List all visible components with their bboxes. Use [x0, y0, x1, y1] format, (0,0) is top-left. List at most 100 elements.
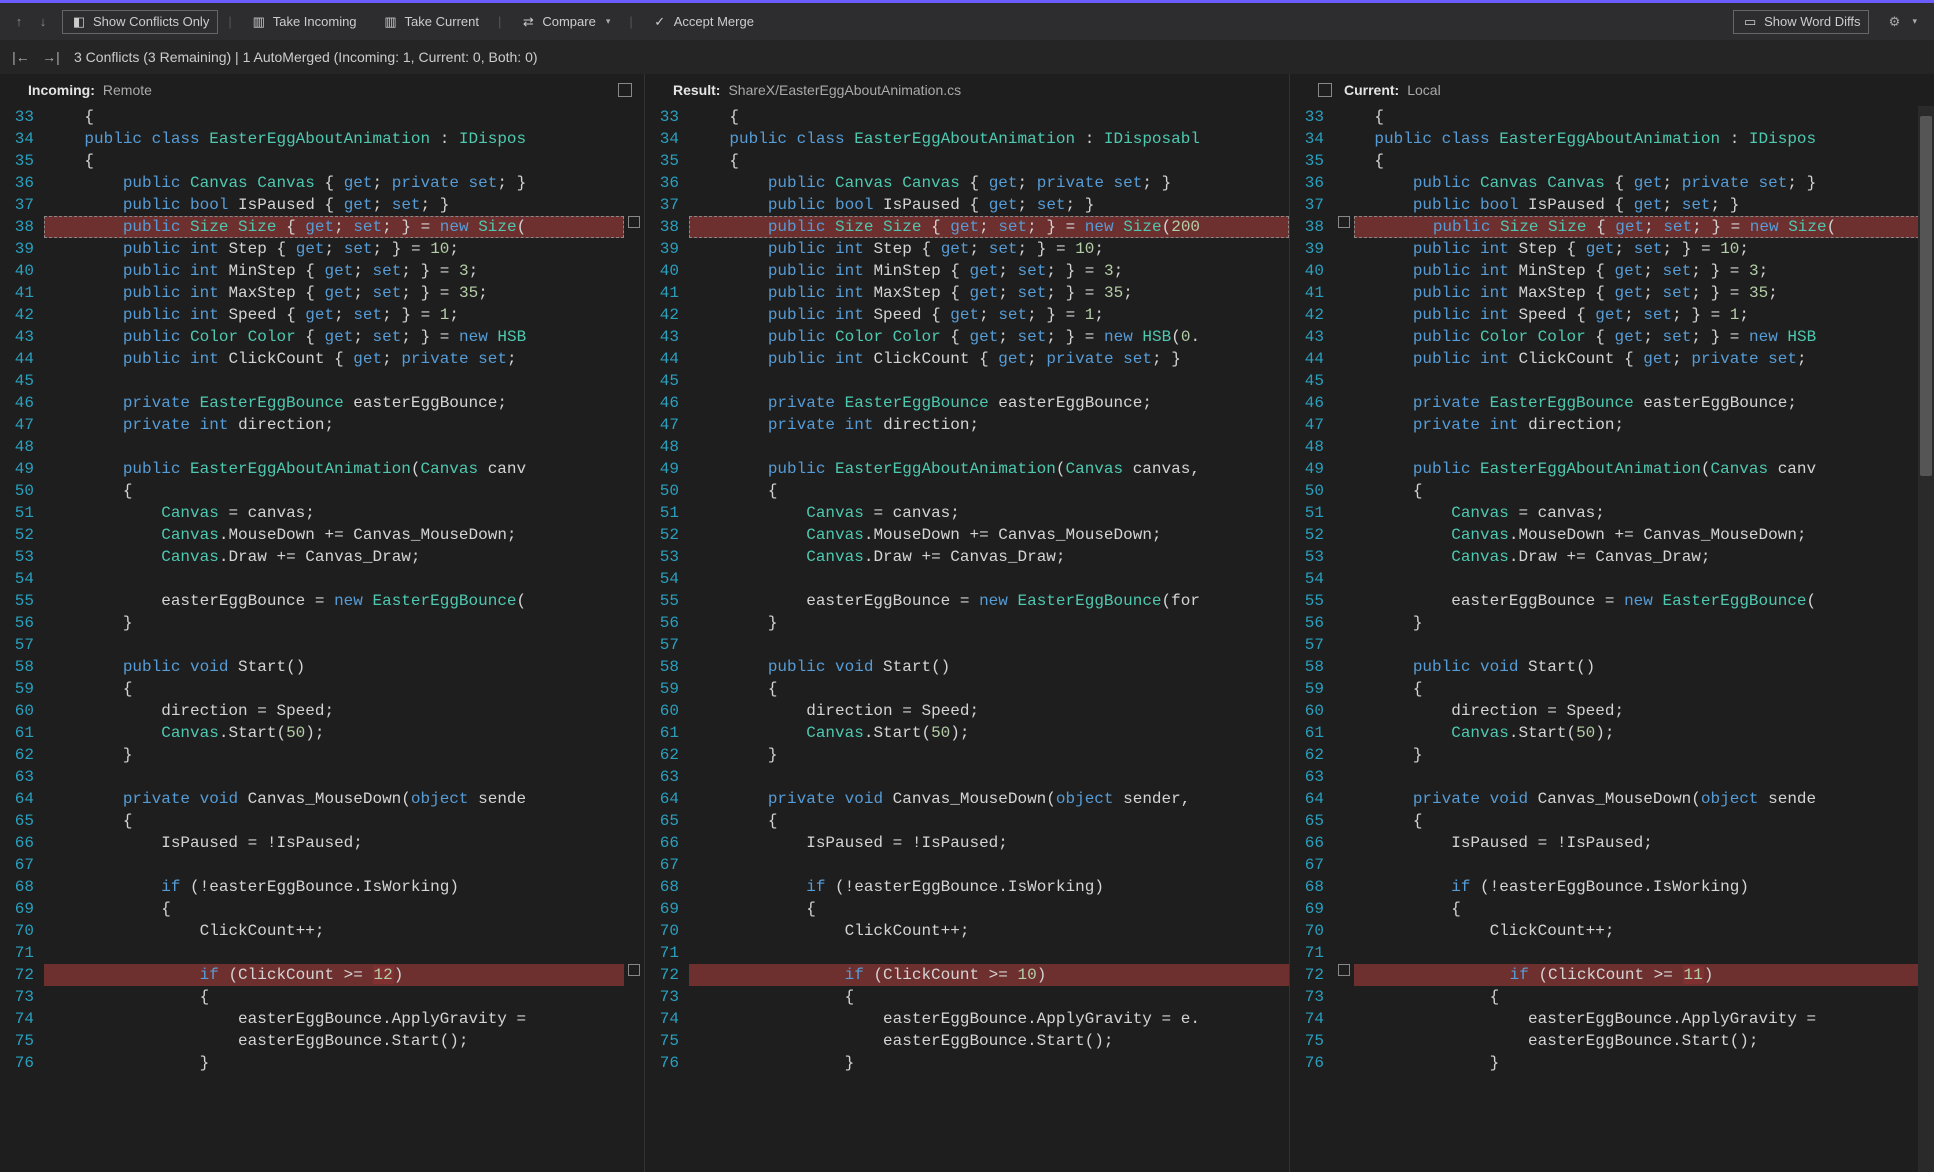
code-line[interactable]: 47 private int direction;: [1290, 414, 1934, 436]
code-line[interactable]: 49 public EasterEggAboutAnimation(Canvas…: [645, 458, 1289, 480]
code-line[interactable]: 69 {: [0, 898, 644, 920]
code-line[interactable]: 56 }: [0, 612, 644, 634]
code-line[interactable]: 66 IsPaused = !IsPaused;: [645, 832, 1289, 854]
code-line[interactable]: 70 ClickCount++;: [0, 920, 644, 942]
code-line[interactable]: 55 easterEggBounce = new EasterEggBounce…: [0, 590, 644, 612]
code-line[interactable]: 57: [0, 634, 644, 656]
current-code[interactable]: 33 {34 public class EasterEggAboutAnimat…: [1290, 106, 1934, 1172]
code-line[interactable]: 69 {: [1290, 898, 1934, 920]
code-line[interactable]: 55 easterEggBounce = new EasterEggBounce…: [645, 590, 1289, 612]
code-line[interactable]: 60 direction = Speed;: [0, 700, 644, 722]
code-line[interactable]: 35 {: [1290, 150, 1934, 172]
code-line[interactable]: 36 public Canvas Canvas { get; private s…: [0, 172, 644, 194]
code-line[interactable]: 53 Canvas.Draw += Canvas_Draw;: [645, 546, 1289, 568]
code-line[interactable]: 51 Canvas = canvas;: [0, 502, 644, 524]
code-line[interactable]: 52 Canvas.MouseDown += Canvas_MouseDown;: [1290, 524, 1934, 546]
code-line[interactable]: 51 Canvas = canvas;: [1290, 502, 1934, 524]
code-line[interactable]: 57: [645, 634, 1289, 656]
code-line[interactable]: 37 public bool IsPaused { get; set; }: [0, 194, 644, 216]
code-line[interactable]: 60 direction = Speed;: [645, 700, 1289, 722]
code-line[interactable]: 38 public Size Size { get; set; } = new …: [645, 216, 1289, 238]
code-line[interactable]: 45: [1290, 370, 1934, 392]
code-line[interactable]: 64 private void Canvas_MouseDown(object …: [1290, 788, 1934, 810]
incoming-code[interactable]: 33 {34 public class EasterEggAboutAnimat…: [0, 106, 644, 1172]
code-line[interactable]: 41 public int MaxStep { get; set; } = 35…: [645, 282, 1289, 304]
code-line[interactable]: 52 Canvas.MouseDown += Canvas_MouseDown;: [645, 524, 1289, 546]
take-incoming-button[interactable]: ▥ Take Incoming: [242, 10, 366, 34]
code-line[interactable]: 42 public int Speed { get; set; } = 1;: [645, 304, 1289, 326]
current-header-checkbox[interactable]: [1318, 83, 1332, 97]
code-line[interactable]: 50 {: [1290, 480, 1934, 502]
compare-dropdown[interactable]: ⇄ Compare: [511, 10, 619, 34]
code-line[interactable]: 71: [1290, 942, 1934, 964]
code-line[interactable]: 61 Canvas.Start(50);: [1290, 722, 1934, 744]
code-line[interactable]: 75 easterEggBounce.Start();: [1290, 1030, 1934, 1052]
code-line[interactable]: 40 public int MinStep { get; set; } = 3;: [645, 260, 1289, 282]
code-line[interactable]: 70 ClickCount++;: [1290, 920, 1934, 942]
code-line[interactable]: 52 Canvas.MouseDown += Canvas_MouseDown;: [0, 524, 644, 546]
code-line[interactable]: 76 }: [1290, 1052, 1934, 1074]
code-line[interactable]: 66 IsPaused = !IsPaused;: [1290, 832, 1934, 854]
code-line[interactable]: 45: [645, 370, 1289, 392]
code-line[interactable]: 58 public void Start(): [0, 656, 644, 678]
code-line[interactable]: 38 public Size Size { get; set; } = new …: [1290, 216, 1934, 238]
code-line[interactable]: 55 easterEggBounce = new EasterEggBounce…: [1290, 590, 1934, 612]
code-line[interactable]: 47 private int direction;: [645, 414, 1289, 436]
nav-last-icon[interactable]: →|: [38, 46, 64, 68]
code-line[interactable]: 59 {: [645, 678, 1289, 700]
code-line[interactable]: 39 public int Step { get; set; } = 10;: [0, 238, 644, 260]
code-line[interactable]: 36 public Canvas Canvas { get; private s…: [1290, 172, 1934, 194]
code-line[interactable]: 40 public int MinStep { get; set; } = 3;: [1290, 260, 1934, 282]
code-line[interactable]: 44 public int ClickCount { get; private …: [0, 348, 644, 370]
code-line[interactable]: 62 }: [0, 744, 644, 766]
code-line[interactable]: 72 if (ClickCount >= 11): [1290, 964, 1934, 986]
code-line[interactable]: 51 Canvas = canvas;: [645, 502, 1289, 524]
code-line[interactable]: 59 {: [0, 678, 644, 700]
code-line[interactable]: 66 IsPaused = !IsPaused;: [0, 832, 644, 854]
code-line[interactable]: 39 public int Step { get; set; } = 10;: [645, 238, 1289, 260]
code-line[interactable]: 65 {: [1290, 810, 1934, 832]
code-line[interactable]: 67: [0, 854, 644, 876]
accept-merge-button[interactable]: ✓ Accept Merge: [643, 10, 763, 34]
code-line[interactable]: 34 public class EasterEggAboutAnimation …: [0, 128, 644, 150]
code-line[interactable]: 72 if (ClickCount >= 12): [0, 964, 644, 986]
code-line[interactable]: 74 easterEggBounce.ApplyGravity =: [1290, 1008, 1934, 1030]
code-line[interactable]: 74 easterEggBounce.ApplyGravity =: [0, 1008, 644, 1030]
next-conflict-down-icon[interactable]: ↓: [32, 11, 54, 33]
result-code[interactable]: 33 {34 public class EasterEggAboutAnimat…: [645, 106, 1289, 1172]
code-line[interactable]: 42 public int Speed { get; set; } = 1;: [1290, 304, 1934, 326]
code-line[interactable]: 67: [645, 854, 1289, 876]
code-line[interactable]: 48: [645, 436, 1289, 458]
code-line[interactable]: 62 }: [1290, 744, 1934, 766]
code-line[interactable]: 44 public int ClickCount { get; private …: [1290, 348, 1934, 370]
code-line[interactable]: 68 if (!easterEggBounce.IsWorking): [645, 876, 1289, 898]
code-line[interactable]: 73 {: [0, 986, 644, 1008]
code-line[interactable]: 46 private EasterEggBounce easterEggBoun…: [0, 392, 644, 414]
code-line[interactable]: 50 {: [645, 480, 1289, 502]
code-line[interactable]: 45: [0, 370, 644, 392]
prev-conflict-up-icon[interactable]: ↑: [8, 11, 30, 33]
code-line[interactable]: 42 public int Speed { get; set; } = 1;: [0, 304, 644, 326]
code-line[interactable]: 56 }: [645, 612, 1289, 634]
show-word-diffs-button[interactable]: ▭ Show Word Diffs: [1733, 10, 1869, 34]
code-line[interactable]: 75 easterEggBounce.Start();: [645, 1030, 1289, 1052]
code-line[interactable]: 65 {: [645, 810, 1289, 832]
code-line[interactable]: 41 public int MaxStep { get; set; } = 35…: [0, 282, 644, 304]
code-line[interactable]: 57: [1290, 634, 1934, 656]
nav-first-icon[interactable]: |←: [8, 46, 34, 68]
code-line[interactable]: 68 if (!easterEggBounce.IsWorking): [1290, 876, 1934, 898]
code-line[interactable]: 73 {: [1290, 986, 1934, 1008]
code-line[interactable]: 43 public Color Color { get; set; } = ne…: [645, 326, 1289, 348]
code-line[interactable]: 37 public bool IsPaused { get; set; }: [645, 194, 1289, 216]
code-line[interactable]: 33 {: [645, 106, 1289, 128]
code-line[interactable]: 36 public Canvas Canvas { get; private s…: [645, 172, 1289, 194]
code-line[interactable]: 49 public EasterEggAboutAnimation(Canvas…: [1290, 458, 1934, 480]
vertical-scrollbar[interactable]: [1918, 106, 1934, 1172]
code-line[interactable]: 67: [1290, 854, 1934, 876]
code-line[interactable]: 43 public Color Color { get; set; } = ne…: [0, 326, 644, 348]
code-line[interactable]: 64 private void Canvas_MouseDown(object …: [0, 788, 644, 810]
code-line[interactable]: 46 private EasterEggBounce easterEggBoun…: [1290, 392, 1934, 414]
code-line[interactable]: 43 public Color Color { get; set; } = ne…: [1290, 326, 1934, 348]
code-line[interactable]: 37 public bool IsPaused { get; set; }: [1290, 194, 1934, 216]
code-line[interactable]: 54: [1290, 568, 1934, 590]
